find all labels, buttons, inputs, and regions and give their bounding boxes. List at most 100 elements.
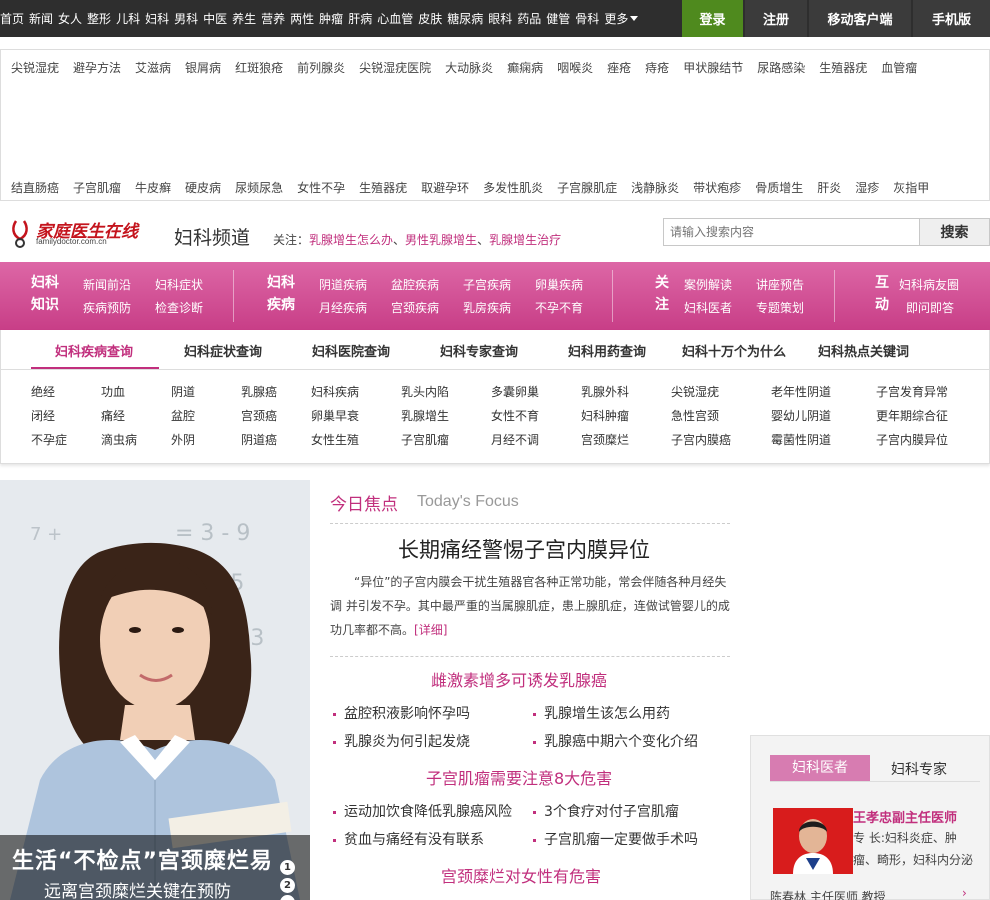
focus-headline[interactable]: 长期痛经警惕子宫内膜异位 — [398, 534, 650, 564]
query-keyword[interactable]: 宫颈癌 — [241, 407, 277, 424]
query-keyword[interactable]: 绝经 — [31, 383, 55, 400]
disease-link[interactable]: 硬皮病 — [185, 179, 221, 196]
query-tab[interactable]: 妇科十万个为什么 — [682, 341, 786, 360]
disease-link[interactable]: 银屑病 — [185, 59, 221, 76]
category-heading[interactable]: 关 — [645, 272, 679, 294]
top-nav-item[interactable]: 营养 — [261, 10, 285, 27]
query-keyword[interactable]: 婴幼儿阴道 — [771, 407, 831, 424]
site-logo[interactable]: 家庭医生在线 familydoctor.com.cn — [10, 217, 165, 253]
category-link[interactable]: 乳房疾病 — [463, 299, 511, 316]
top-nav-item[interactable]: 肝病 — [348, 10, 372, 27]
category-link[interactable]: 妇科病友圈 — [899, 276, 959, 293]
category-link[interactable]: 盆腔疾病 — [391, 276, 439, 293]
follow-link[interactable]: 乳腺增生怎么办 — [309, 233, 393, 247]
top-nav-item[interactable]: 眼科 — [488, 10, 512, 27]
slide-dot-1[interactable]: 1 — [280, 860, 295, 875]
query-keyword[interactable]: 乳腺癌 — [241, 383, 277, 400]
next-doctor[interactable]: 陈春林 主任医师 教授 — [770, 888, 886, 900]
top-nav-item[interactable]: 男科 — [174, 10, 198, 27]
article-link[interactable]: 乳腺增生该怎么用药 — [533, 703, 670, 723]
disease-link[interactable]: 前列腺炎 — [297, 59, 345, 76]
query-keyword[interactable]: 子宫肌瘤 — [401, 431, 449, 448]
query-keyword[interactable]: 子宫内膜癌 — [671, 431, 731, 448]
disease-link[interactable]: 艾滋病 — [135, 59, 171, 76]
article-link[interactable]: 贫血与痛经有没有联系 — [333, 829, 484, 849]
search-button[interactable]: 搜索 — [919, 218, 990, 246]
category-link[interactable]: 检查诊断 — [155, 299, 203, 316]
category-heading[interactable]: 妇科 — [264, 272, 298, 294]
category-heading[interactable]: 知识 — [28, 294, 62, 316]
disease-link[interactable]: 癫痫病 — [507, 59, 543, 76]
section-title[interactable]: 雌激素增多可诱发乳腺癌 — [431, 667, 607, 691]
category-link[interactable]: 卵巢疾病 — [535, 276, 583, 293]
query-keyword[interactable]: 妇科肿瘤 — [581, 407, 629, 424]
category-link[interactable]: 不孕不育 — [535, 299, 583, 316]
top-nav-item[interactable]: 养生 — [232, 10, 256, 27]
query-keyword[interactable]: 盆腔 — [171, 407, 195, 424]
search-input[interactable] — [663, 218, 920, 246]
category-heading[interactable]: 注 — [645, 294, 679, 316]
category-link[interactable]: 宫颈疾病 — [391, 299, 439, 316]
disease-link[interactable]: 生殖器疣 — [819, 59, 867, 76]
query-keyword[interactable]: 月经不调 — [491, 431, 539, 448]
top-nav-item[interactable]: 心血管 — [377, 10, 413, 27]
query-keyword[interactable]: 宫颈糜烂 — [581, 431, 629, 448]
disease-link[interactable]: 咽喉炎 — [557, 59, 593, 76]
disease-link[interactable]: 骨质增生 — [755, 179, 803, 196]
disease-link[interactable]: 尿频尿急 — [235, 179, 283, 196]
top-nav-item[interactable]: 儿科 — [116, 10, 140, 27]
category-link[interactable]: 即问即答 — [906, 299, 954, 316]
category-heading[interactable]: 妇科 — [28, 272, 62, 294]
disease-link[interactable]: 子宫肌瘤 — [73, 179, 121, 196]
follow-link[interactable]: 男性乳腺增生 — [405, 233, 477, 247]
disease-link[interactable]: 多发性肌炎 — [483, 179, 543, 196]
disease-link[interactable]: 甲状腺结节 — [683, 59, 743, 76]
query-keyword[interactable]: 阴道癌 — [241, 431, 277, 448]
disease-link[interactable]: 红斑狼疮 — [235, 59, 283, 76]
query-keyword[interactable]: 尖锐湿疣 — [671, 383, 719, 400]
hero-subtitle[interactable]: 远离宫颈糜烂关键在预防 — [44, 877, 231, 900]
query-keyword[interactable]: 霉菌性阴道 — [771, 431, 831, 448]
disease-link[interactable]: 子宫腺肌症 — [557, 179, 617, 196]
query-keyword[interactable]: 乳腺增生 — [401, 407, 449, 424]
query-keyword[interactable]: 闭经 — [31, 407, 55, 424]
article-link[interactable]: 盆腔积液影响怀孕吗 — [333, 703, 470, 723]
top-nav-item[interactable]: 新闻 — [29, 10, 53, 27]
query-keyword[interactable]: 乳头内陷 — [401, 383, 449, 400]
query-tab[interactable]: 妇科专家查询 — [440, 341, 518, 360]
category-link[interactable]: 新闻前沿 — [83, 276, 131, 293]
register-button[interactable]: 注册 — [745, 0, 807, 37]
query-tab[interactable]: 妇科用药查询 — [568, 341, 646, 360]
category-link[interactable]: 阴道疾病 — [319, 276, 367, 293]
top-nav-more[interactable]: 更多 — [604, 10, 639, 27]
query-keyword[interactable]: 多囊卵巢 — [491, 383, 539, 400]
disease-link[interactable]: 浅静脉炎 — [631, 179, 679, 196]
article-link[interactable]: 乳腺炎为何引起发烧 — [333, 731, 470, 751]
hero-title[interactable]: 生活“不检点”宫颈糜烂易 — [12, 843, 273, 875]
disease-link[interactable]: 避孕方法 — [73, 59, 121, 76]
category-link[interactable]: 讲座预告 — [756, 276, 804, 293]
query-keyword[interactable]: 子宫内膜异位 — [876, 431, 948, 448]
category-link[interactable]: 月经疾病 — [319, 299, 367, 316]
disease-link[interactable]: 尖锐湿疣 — [11, 59, 59, 76]
category-link[interactable]: 专题策划 — [756, 299, 804, 316]
disease-link[interactable]: 结直肠癌 — [11, 179, 59, 196]
disease-link[interactable]: 取避孕环 — [421, 179, 469, 196]
disease-link[interactable]: 尖锐湿疣医院 — [359, 59, 431, 76]
section-title[interactable]: 宫颈糜烂对女性有危害 — [441, 863, 601, 887]
query-keyword[interactable]: 急性宫颈 — [671, 407, 719, 424]
category-link[interactable]: 疾病预防 — [83, 299, 131, 316]
top-nav-item[interactable]: 整形 — [87, 10, 111, 27]
mobile-client-button[interactable]: 移动客户端 — [809, 0, 911, 37]
follow-link[interactable]: 乳腺增生治疗 — [489, 233, 561, 247]
query-keyword[interactable]: 更年期综合征 — [876, 407, 948, 424]
top-nav-item[interactable]: 骨科 — [575, 10, 599, 27]
query-keyword[interactable]: 功血 — [101, 383, 125, 400]
disease-link[interactable]: 湿疹 — [855, 179, 879, 196]
disease-link[interactable]: 灰指甲 — [893, 179, 929, 196]
login-button[interactable]: 登录 — [682, 0, 743, 37]
top-nav-item[interactable]: 健管 — [546, 10, 570, 27]
query-keyword[interactable]: 女性生殖 — [311, 431, 359, 448]
focus-more-link[interactable]: [详细] — [414, 623, 447, 637]
doctor-name[interactable]: 王孝忠副主任医师 — [853, 807, 957, 826]
